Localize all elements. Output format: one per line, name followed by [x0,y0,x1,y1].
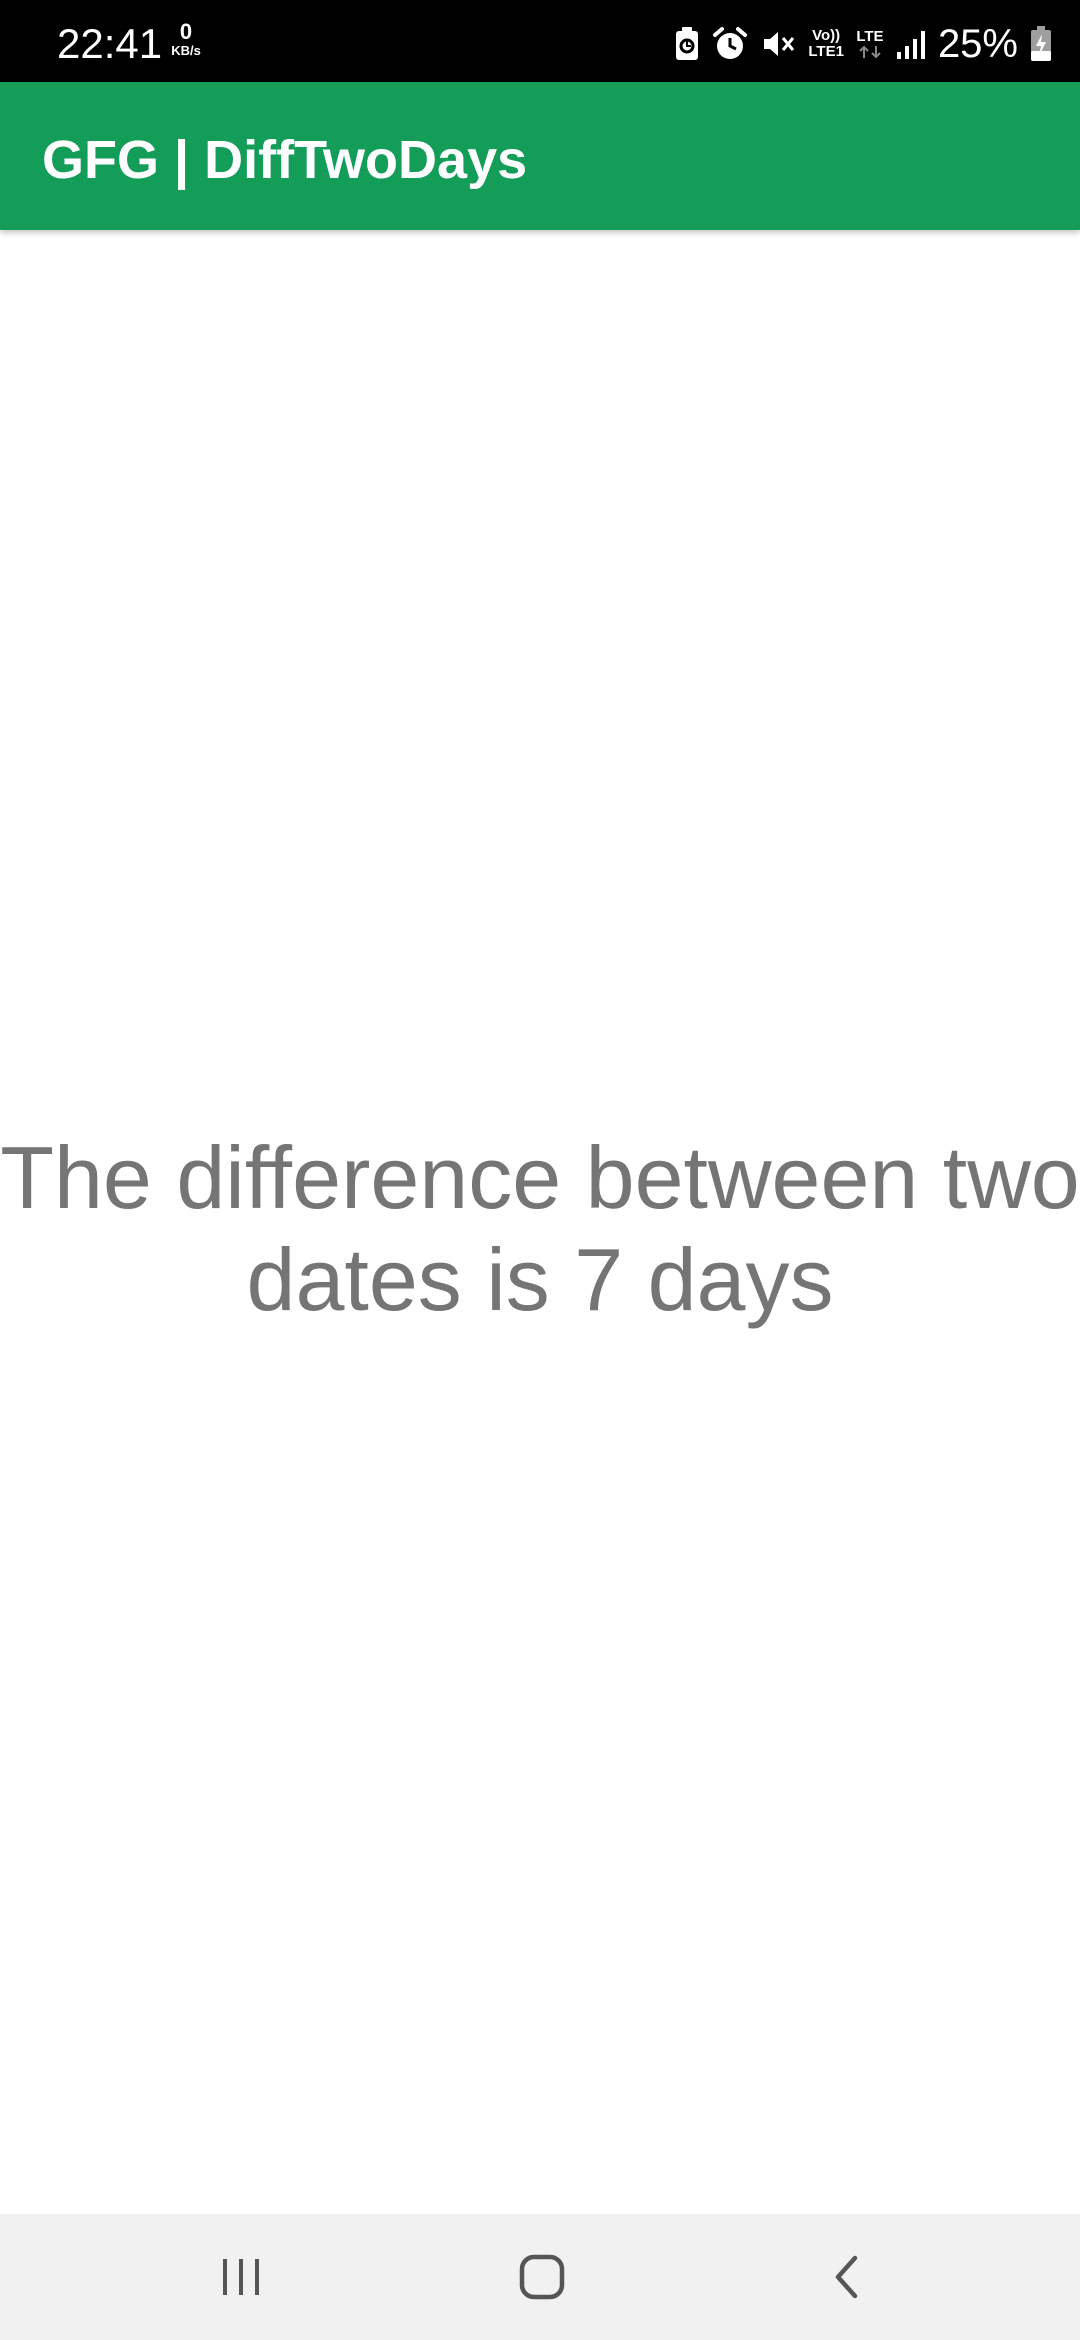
lte-label: LTE [856,28,884,45]
battery-percent: 25% [937,22,1018,66]
signal-icon [896,28,926,60]
data-saver-icon [674,26,700,62]
recent-apps-icon [223,2259,259,2295]
home-icon [519,2254,565,2300]
main-content: The difference between two dates is 7 da… [0,230,1080,2214]
network-speed-unit: KB/s [171,43,201,58]
volte-icon: Vo)) LTE1 [808,28,844,60]
home-button[interactable] [502,2237,582,2317]
result-text-line-2: dates is 7 days [246,1230,834,1329]
back-icon [835,2255,858,2299]
volte-label: Vo)) [812,27,841,44]
status-time: 22:41 [57,20,163,67]
screen: 22:41 0 KB/s Vo)) LTE1 LTE 25% GFG | Dif… [0,0,1080,2340]
result-text: The difference between two dates is 7 da… [0,1127,1080,1331]
status-bar: 22:41 0 KB/s Vo)) LTE1 LTE 25% [0,0,1080,82]
volte-sub-label: LTE1 [808,43,844,60]
app-title: GFG | DiffTwoDays [42,130,528,190]
lte-data-icon: LTE [856,29,884,59]
navigation-bar [0,2214,1080,2340]
back-button[interactable] [806,2237,886,2317]
recent-apps-button[interactable] [201,2237,281,2317]
battery-charging-icon [1030,26,1052,62]
app-bar: GFG | DiffTwoDays [0,82,1080,230]
alarm-icon [712,26,748,62]
network-speed-value: 0 [179,19,193,44]
network-speed: 0 KB/s [166,20,206,58]
result-text-line-1: The difference between two [0,1128,1080,1227]
status-icons: Vo)) LTE1 LTE 25% [674,18,1052,70]
mute-icon [760,26,796,62]
